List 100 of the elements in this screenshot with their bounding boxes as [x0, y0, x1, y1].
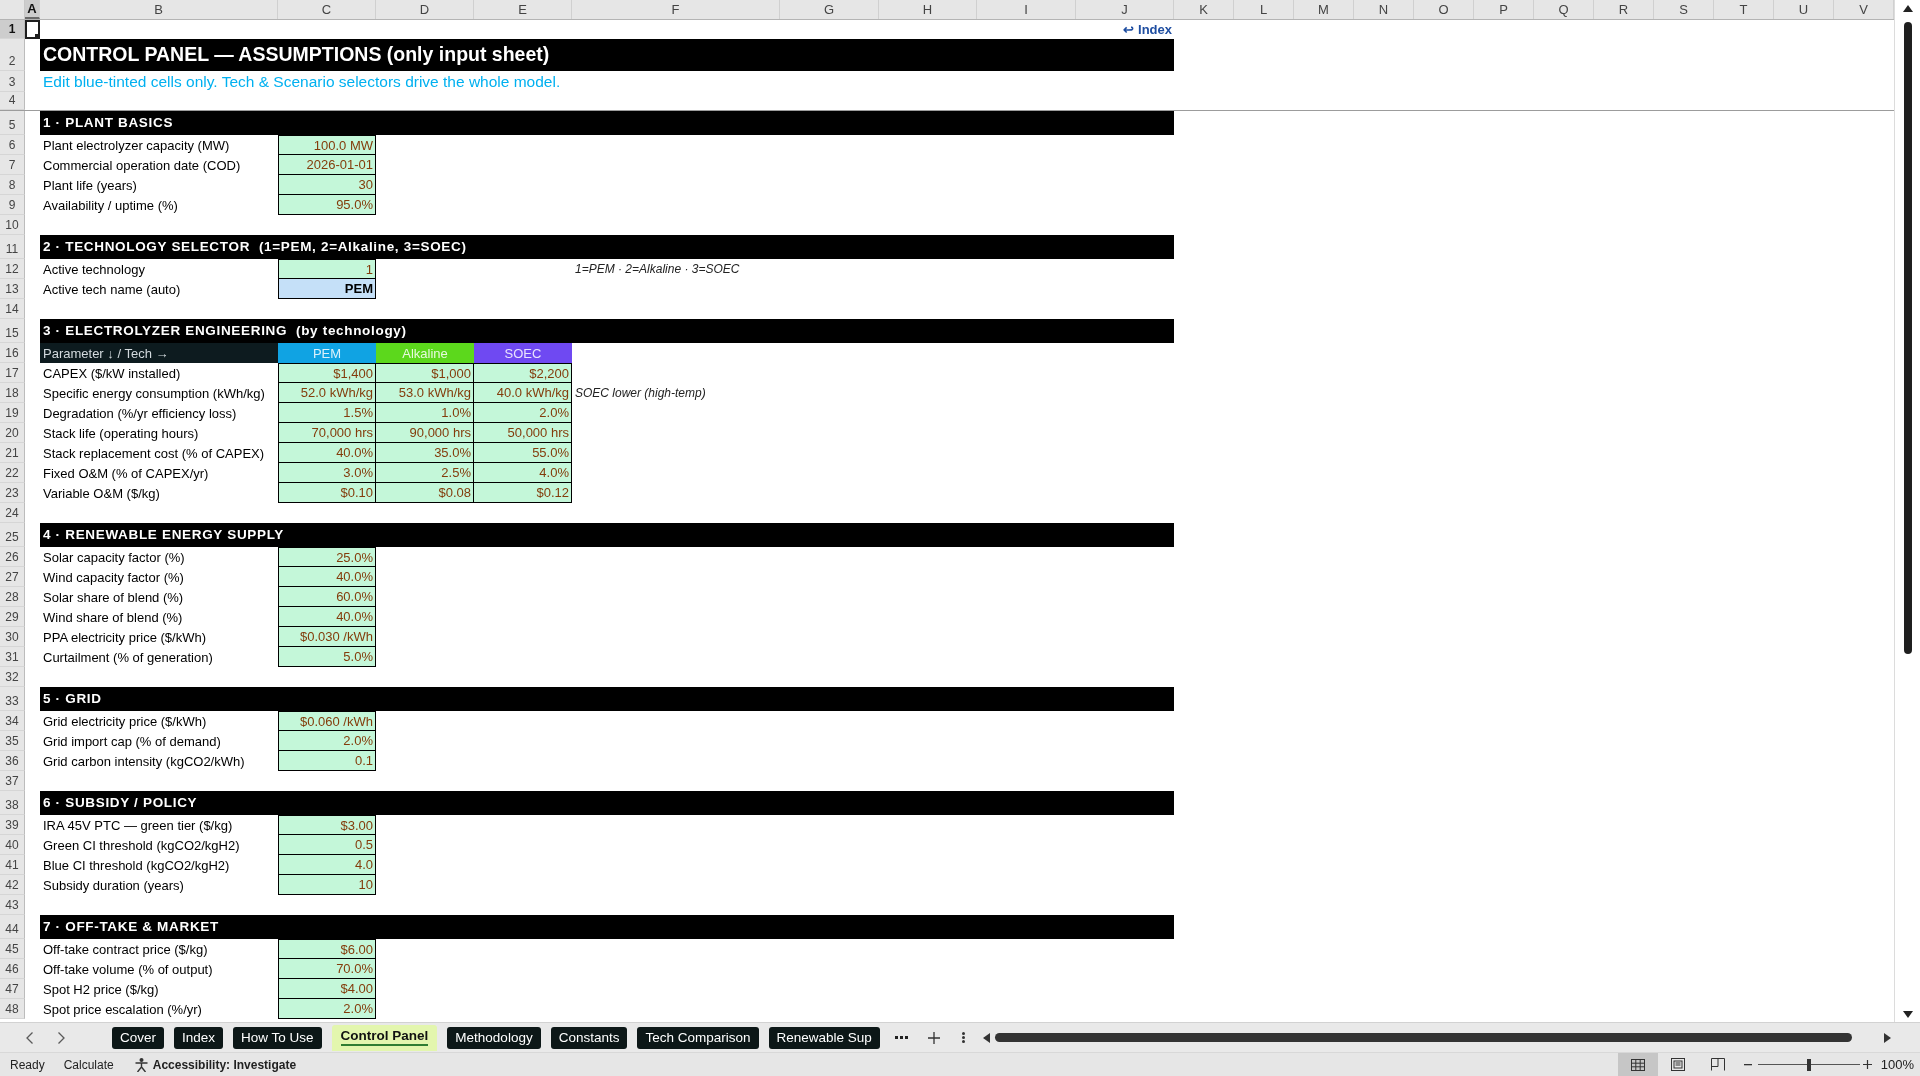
- input-cell[interactable]: $0.060 /kWh: [278, 711, 376, 731]
- input-cell[interactable]: 70,000 hrs: [278, 423, 376, 443]
- column-header[interactable]: F: [572, 0, 780, 19]
- scrollbar-thumb[interactable]: [1903, 22, 1912, 654]
- row-header[interactable]: 38: [0, 791, 25, 815]
- row-header[interactable]: 37: [0, 771, 25, 791]
- triangle-up-icon[interactable]: [1902, 5, 1913, 12]
- input-cell[interactable]: 1.0%: [376, 403, 474, 423]
- sheet-tab[interactable]: Tech Comparison: [637, 1026, 759, 1049]
- row-header[interactable]: 33: [0, 687, 25, 711]
- input-cell[interactable]: 40.0%: [278, 567, 376, 587]
- row-header[interactable]: 32: [0, 667, 25, 687]
- input-cell[interactable]: 2026-01-01: [278, 155, 376, 175]
- plus-icon[interactable]: [928, 1031, 940, 1044]
- column-header[interactable]: T: [1714, 0, 1774, 19]
- column-header[interactable]: I: [977, 0, 1076, 19]
- zoom-in-icon[interactable]: [1862, 1060, 1872, 1069]
- column-header[interactable]: R: [1594, 0, 1654, 19]
- row-header[interactable]: 34: [0, 711, 25, 731]
- chevron-left-icon[interactable]: [26, 1031, 33, 1044]
- input-cell[interactable]: 30: [278, 175, 376, 195]
- input-cell[interactable]: 60.0%: [278, 587, 376, 607]
- row-header[interactable]: 8: [0, 175, 25, 195]
- input-cell[interactable]: 0.5: [278, 835, 376, 855]
- input-cell[interactable]: $1,000: [376, 363, 474, 383]
- row-header[interactable]: 7: [0, 155, 25, 175]
- row-header[interactable]: 6: [0, 135, 25, 155]
- input-cell[interactable]: 55.0%: [474, 443, 572, 463]
- row-header[interactable]: 13: [0, 279, 25, 299]
- column-header[interactable]: L: [1234, 0, 1294, 19]
- row-header[interactable]: 3: [0, 71, 25, 92]
- sheet-tab[interactable]: Cover: [112, 1026, 164, 1049]
- view-button[interactable]: [1617, 1053, 1658, 1076]
- row-header[interactable]: 22: [0, 463, 25, 483]
- column-header[interactable]: M: [1294, 0, 1354, 19]
- sheet-tab[interactable]: How To Use: [233, 1026, 322, 1049]
- input-cell[interactable]: $2,200: [474, 363, 572, 383]
- input-cell[interactable]: 50,000 hrs: [474, 423, 572, 443]
- input-cell[interactable]: $0.10: [278, 483, 376, 503]
- column-header[interactable]: U: [1774, 0, 1834, 19]
- input-cell[interactable]: $0.030 /kWh: [278, 627, 376, 647]
- input-cell[interactable]: 1.5%: [278, 403, 376, 423]
- input-cell[interactable]: 1: [278, 259, 376, 279]
- index-link[interactable]: ↩ Index: [1123, 23, 1172, 36]
- column-header[interactable]: Q: [1534, 0, 1594, 19]
- input-cell[interactable]: 4.0: [278, 855, 376, 875]
- input-cell[interactable]: 3.0%: [278, 463, 376, 483]
- sheet-tab[interactable]: Constants: [550, 1026, 628, 1049]
- column-header[interactable]: O: [1414, 0, 1474, 19]
- triangle-right-icon[interactable]: [1884, 1032, 1891, 1043]
- column-header[interactable]: K: [1174, 0, 1234, 19]
- column-header[interactable]: D: [376, 0, 474, 19]
- row-header[interactable]: 2: [0, 39, 25, 71]
- row-header[interactable]: 4: [0, 92, 25, 110]
- column-header[interactable]: B: [40, 0, 278, 19]
- row-header[interactable]: 30: [0, 627, 25, 647]
- input-cell[interactable]: 95.0%: [278, 195, 376, 215]
- row-header[interactable]: 39: [0, 815, 25, 835]
- input-cell[interactable]: $0.08: [376, 483, 474, 503]
- row-header[interactable]: 1: [0, 20, 25, 39]
- column-header[interactable]: C: [278, 0, 376, 19]
- row-header[interactable]: 15: [0, 319, 25, 343]
- row-header[interactable]: 45: [0, 939, 25, 959]
- row-header[interactable]: 23: [0, 483, 25, 503]
- column-header[interactable]: A: [25, 0, 40, 19]
- column-header[interactable]: S: [1654, 0, 1714, 19]
- scrollbar-thumb[interactable]: [995, 1033, 1852, 1042]
- zoom-out-icon[interactable]: [1743, 1063, 1752, 1066]
- input-cell[interactable]: 2.0%: [474, 403, 572, 423]
- row-header[interactable]: 47: [0, 979, 25, 999]
- row-header[interactable]: 36: [0, 751, 25, 771]
- triangle-down-icon[interactable]: [1902, 1011, 1913, 1018]
- row-header[interactable]: 46: [0, 959, 25, 979]
- input-cell[interactable]: $0.12: [474, 483, 572, 503]
- input-cell[interactable]: 25.0%: [278, 547, 376, 567]
- input-cell[interactable]: $4.00: [278, 979, 376, 999]
- active-cell[interactable]: [25, 20, 40, 39]
- input-cell[interactable]: 4.0%: [474, 463, 572, 483]
- chevron-right-icon[interactable]: [58, 1031, 65, 1044]
- row-header[interactable]: 25: [0, 523, 25, 547]
- row-header[interactable]: 41: [0, 855, 25, 875]
- input-cell[interactable]: 35.0%: [376, 443, 474, 463]
- slider-thumb[interactable]: [1806, 1058, 1811, 1071]
- row-header[interactable]: 20: [0, 423, 25, 443]
- row-header[interactable]: 40: [0, 835, 25, 855]
- sheet-tab[interactable]: Control Panel: [331, 1024, 438, 1051]
- row-header[interactable]: 14: [0, 299, 25, 319]
- row-header[interactable]: 28: [0, 587, 25, 607]
- input-cell[interactable]: 53.0 kWh/kg: [376, 383, 474, 403]
- row-header[interactable]: 5: [0, 111, 25, 135]
- row-header[interactable]: 10: [0, 215, 25, 235]
- row-header[interactable]: 18: [0, 383, 25, 403]
- sheet-tab[interactable]: Renewable Sup: [768, 1026, 880, 1049]
- row-header[interactable]: 43: [0, 895, 25, 915]
- row-header[interactable]: 16: [0, 343, 25, 363]
- row-header[interactable]: 24: [0, 503, 25, 523]
- input-cell[interactable]: $1,400: [278, 363, 376, 383]
- input-cell[interactable]: 40.0 kWh/kg: [474, 383, 572, 403]
- row-header[interactable]: 11: [0, 235, 25, 259]
- triangle-left-icon[interactable]: [983, 1032, 990, 1043]
